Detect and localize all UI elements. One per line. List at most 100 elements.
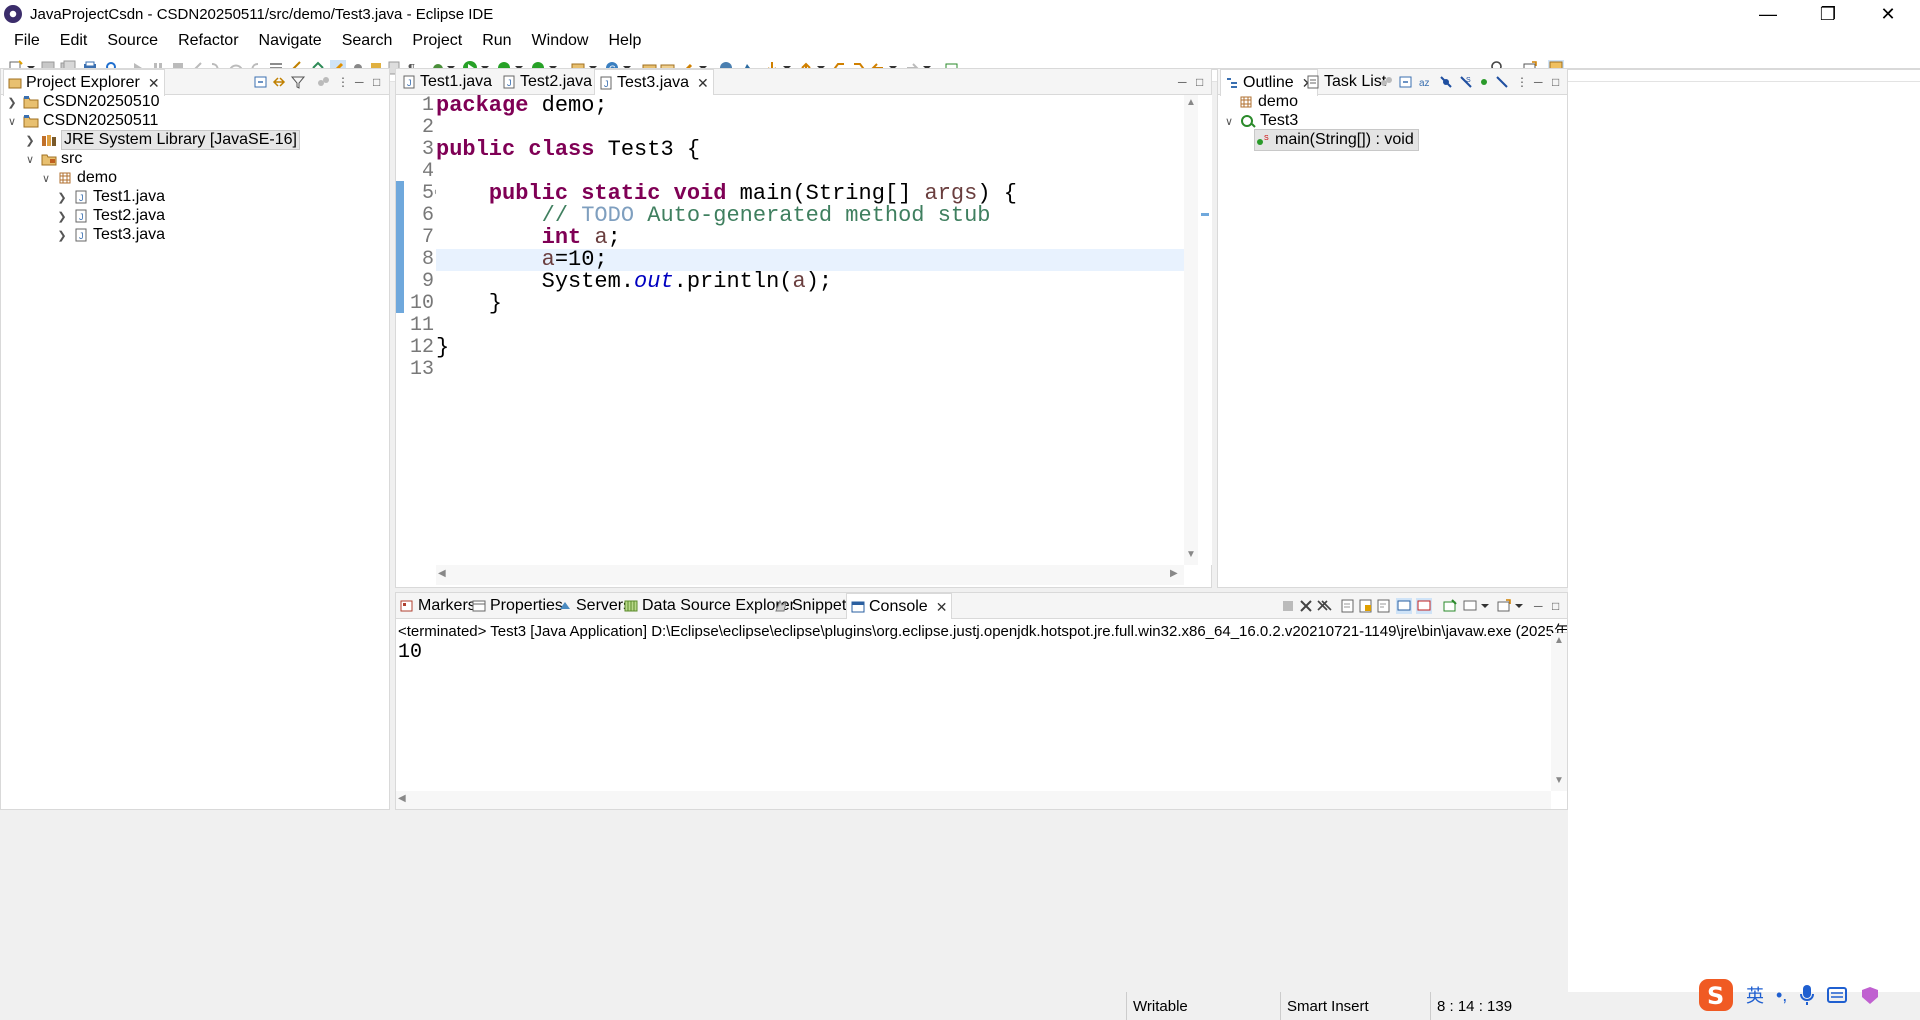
minimize-view-icon[interactable]: ─ — [1534, 75, 1543, 89]
console-horizontal-scrollbar[interactable]: ◀ — [396, 791, 1551, 809]
menu-help[interactable]: Help — [598, 32, 651, 50]
close-icon[interactable]: ✕ — [697, 75, 709, 92]
terminate-icon[interactable] — [1280, 598, 1296, 614]
line-number-ruler: 1 2 3 4 5 6 7 8 9 10 11 12 13 ⊖ — [404, 95, 442, 563]
hide-non-public-icon[interactable] — [1476, 74, 1492, 90]
package-icon — [1240, 96, 1252, 108]
maximize-view-icon[interactable]: □ — [373, 75, 380, 89]
close-button[interactable]: ✕ — [1860, 0, 1916, 28]
tab-properties[interactable]: Properties — [468, 593, 567, 619]
focus-task-icon[interactable] — [315, 74, 331, 90]
collapse-all-icon[interactable] — [253, 74, 269, 90]
show-console-on-stdout-icon[interactable] — [1396, 598, 1412, 614]
chevron-right-icon[interactable]: ❯ — [23, 134, 37, 147]
chevron-down-icon[interactable]: ∨ — [1222, 115, 1236, 128]
skin-icon[interactable] — [1859, 984, 1881, 1006]
chevron-down-icon[interactable]: ∨ — [39, 172, 53, 185]
chevron-right-icon[interactable]: ❯ — [55, 191, 69, 204]
menu-file[interactable]: File — [4, 32, 50, 50]
tree-item-test3[interactable]: ❯ J Test3.java — [55, 224, 165, 246]
display-selected-console-icon[interactable] — [1462, 598, 1478, 614]
minimize-view-icon[interactable]: ─ — [1534, 599, 1543, 613]
tab-task-list[interactable]: Task List — [1302, 69, 1390, 95]
close-icon[interactable]: ✕ — [148, 75, 160, 92]
tab-test2-java[interactable]: J Test2.java — [498, 69, 596, 95]
scroll-up-icon[interactable]: ▲ — [1554, 635, 1564, 646]
scroll-right-icon[interactable]: ▶ — [1170, 568, 1178, 579]
view-menu-icon[interactable]: ⋮ — [337, 75, 349, 89]
menu-window[interactable]: Window — [522, 32, 599, 50]
minimize-view-icon[interactable]: ─ — [1178, 75, 1187, 89]
line-number: 10 — [409, 292, 434, 315]
remove-launch-icon[interactable] — [1298, 598, 1314, 614]
hide-local-types-icon[interactable] — [1494, 74, 1510, 90]
clear-console-icon[interactable] — [1340, 598, 1356, 614]
menu-refactor[interactable]: Refactor — [168, 32, 248, 50]
hide-fields-icon[interactable] — [1438, 74, 1454, 90]
remove-all-terminated-icon[interactable] — [1316, 598, 1332, 614]
menu-source[interactable]: Source — [97, 32, 168, 50]
outline-item-label: demo — [1258, 93, 1299, 110]
svg-text:J: J — [79, 193, 84, 203]
vertical-scrollbar[interactable]: ▲ ▼ — [1184, 95, 1198, 565]
scroll-lock-icon[interactable] — [1358, 598, 1374, 614]
menu-navigate[interactable]: Navigate — [249, 32, 332, 50]
tab-test1-java[interactable]: J Test1.java — [398, 69, 496, 95]
horizontal-scrollbar[interactable]: ◀ ▶ — [436, 565, 1184, 585]
pin-console-icon[interactable] — [1442, 598, 1458, 614]
view-menu-icon[interactable]: ⋮ — [1516, 75, 1528, 89]
code-editor[interactable]: package demo; public class Test3 { publi… — [436, 95, 1184, 563]
filter-icon[interactable] — [290, 74, 306, 90]
open-console-icon[interactable] — [1496, 598, 1512, 614]
hide-static-icon[interactable]: S — [1458, 74, 1474, 90]
svg-text:S: S — [1707, 982, 1724, 1010]
microphone-icon[interactable] — [1799, 984, 1815, 1006]
tab-test3-java[interactable]: J Test3.java ✕ — [594, 69, 714, 96]
console-output[interactable]: 10 — [396, 641, 1551, 791]
link-with-editor-icon[interactable] — [271, 74, 287, 90]
maximize-view-icon[interactable]: □ — [1196, 75, 1203, 89]
code-line: // TODO Auto-generated method stub — [541, 203, 991, 228]
minimize-view-icon[interactable]: ─ — [355, 75, 364, 89]
chevron-right-icon[interactable]: ❯ — [5, 96, 19, 109]
tree-item-label: CSDN20250510 — [43, 93, 160, 110]
word-wrap-icon[interactable] — [1376, 598, 1392, 614]
focus-task-icon[interactable] — [1378, 74, 1394, 90]
chevron-down-icon[interactable]: ∨ — [5, 115, 19, 128]
scroll-up-icon[interactable]: ▲ — [1186, 97, 1196, 108]
tab-label: Outline — [1243, 74, 1294, 91]
chevron-right-icon[interactable]: ❯ — [55, 210, 69, 223]
minimize-button[interactable]: — — [1740, 0, 1796, 28]
code-line: } — [436, 291, 503, 316]
keyboard-icon[interactable] — [1827, 986, 1848, 1004]
console-vertical-scrollbar[interactable]: ▲ ▼ — [1551, 633, 1567, 791]
tree-item-label: Test2.java — [93, 207, 166, 224]
properties-icon — [472, 600, 486, 612]
maximize-view-icon[interactable]: □ — [1552, 75, 1559, 89]
chevron-right-icon[interactable]: ❯ — [55, 229, 69, 242]
close-icon[interactable]: ✕ — [936, 599, 948, 616]
tab-label: Snippets — [792, 597, 855, 614]
punctuation-icon[interactable]: •, — [1776, 985, 1787, 1006]
open-console-dropdown-icon[interactable] — [1514, 598, 1524, 614]
restore-button[interactable]: ❐ — [1800, 0, 1856, 28]
menu-run[interactable]: Run — [472, 32, 521, 50]
outline-item-method[interactable]: S main(String[]) : void — [1254, 129, 1419, 151]
show-console-on-stderr-icon[interactable] — [1416, 598, 1432, 614]
scroll-left-icon[interactable]: ◀ — [398, 793, 406, 804]
scroll-down-icon[interactable]: ▼ — [1554, 775, 1564, 786]
sogou-ime-icon[interactable]: S — [1698, 978, 1734, 1012]
chevron-down-icon[interactable]: ∨ — [23, 153, 37, 166]
outline-icon — [1227, 78, 1237, 88]
collapse-all-icon[interactable] — [1398, 74, 1414, 90]
menu-search[interactable]: Search — [332, 32, 403, 50]
display-console-dropdown-icon[interactable] — [1480, 598, 1490, 614]
menu-edit[interactable]: Edit — [50, 32, 98, 50]
sort-icon[interactable]: az — [1418, 74, 1434, 90]
tab-console[interactable]: Console ✕ — [846, 593, 953, 620]
scroll-down-icon[interactable]: ▼ — [1186, 549, 1196, 560]
menu-project[interactable]: Project — [402, 32, 472, 50]
ime-mode[interactable]: 英 — [1746, 982, 1764, 1008]
scroll-left-icon[interactable]: ◀ — [438, 568, 446, 579]
maximize-view-icon[interactable]: □ — [1552, 599, 1559, 613]
